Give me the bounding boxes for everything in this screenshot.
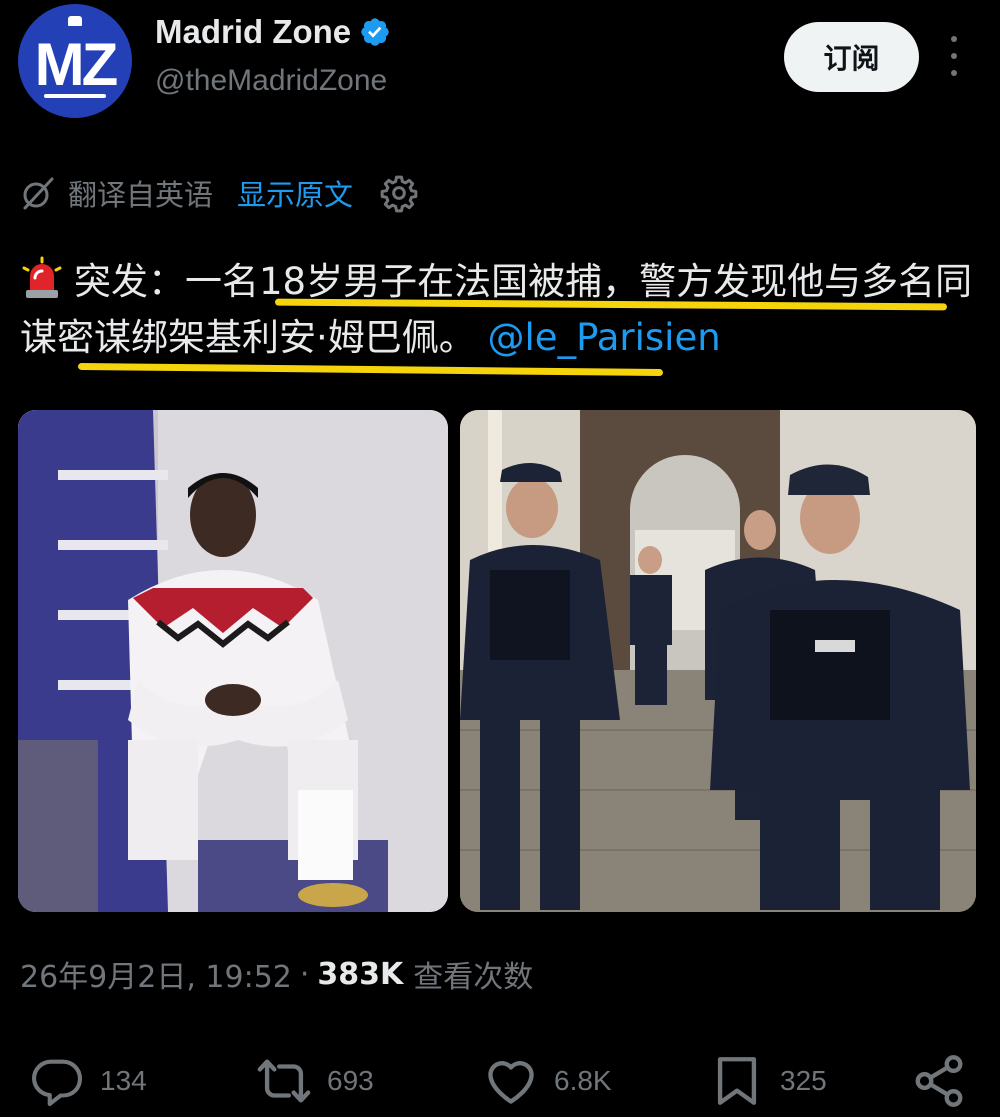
share-button[interactable] bbox=[910, 1046, 968, 1116]
avatar-logo-text: MZ bbox=[34, 31, 119, 98]
crown-icon bbox=[68, 16, 82, 26]
avatar[interactable]: MZ bbox=[18, 4, 132, 118]
reply-icon bbox=[31, 1059, 83, 1107]
more-vertical-icon[interactable] bbox=[940, 36, 968, 76]
translated-from-label: 翻译自英语 bbox=[68, 178, 214, 212]
view-count: 383K bbox=[317, 956, 404, 992]
bookmark-count: 325 bbox=[780, 1065, 827, 1096]
like-button[interactable]: 6.8K bbox=[482, 1046, 612, 1116]
heart-icon bbox=[488, 1061, 534, 1104]
tweet-meta: 26年9月2日, 19:52 · 383K 查看次数 bbox=[20, 952, 533, 996]
gear-icon[interactable] bbox=[379, 173, 419, 213]
share-icon bbox=[915, 1055, 963, 1107]
bookmark-icon bbox=[717, 1057, 757, 1105]
player-photo-image bbox=[18, 410, 448, 912]
timestamp[interactable]: 26年9月2日, 19:52 bbox=[20, 952, 292, 996]
bookmark-button[interactable]: 325 bbox=[708, 1046, 827, 1116]
translate-icon bbox=[23, 177, 54, 210]
tweet-text: 突发：一名18岁男子在法国被捕，警方发现他与多名同谋密谋绑架基利安·姆巴佩。 @… bbox=[20, 254, 980, 366]
show-original-link[interactable]: 显示原文 bbox=[237, 172, 353, 214]
mention-link[interactable]: @le_Parisien bbox=[488, 316, 721, 359]
siren-icon bbox=[22, 256, 62, 298]
reply-button[interactable]: 134 bbox=[28, 1046, 147, 1116]
police-photo-image bbox=[460, 410, 976, 912]
author-name-row[interactable]: Madrid Zone bbox=[155, 12, 391, 52]
reply-count: 134 bbox=[100, 1065, 147, 1096]
repost-icon bbox=[257, 1059, 311, 1103]
tweet-header: MZ Madrid Zone @theMadridZone 订阅 bbox=[0, 0, 1000, 130]
author-handle[interactable]: @theMadridZone bbox=[155, 64, 387, 98]
media-photo-player[interactable] bbox=[18, 410, 448, 912]
meta-separator: · bbox=[299, 956, 310, 992]
display-name[interactable]: Madrid Zone bbox=[155, 13, 351, 51]
tweet-actions: 134 693 6.8K 325 bbox=[0, 1046, 1000, 1116]
view-count-label: 查看次数 bbox=[413, 960, 534, 995]
like-count: 6.8K bbox=[554, 1065, 612, 1096]
repost-count: 693 bbox=[327, 1065, 374, 1096]
verified-badge-icon bbox=[361, 18, 389, 46]
media-photo-police[interactable] bbox=[460, 410, 976, 912]
translation-bar: 翻译自英语 显示原文 bbox=[20, 170, 419, 216]
repost-button[interactable]: 693 bbox=[255, 1046, 374, 1116]
subscribe-button[interactable]: 订阅 bbox=[784, 22, 919, 92]
